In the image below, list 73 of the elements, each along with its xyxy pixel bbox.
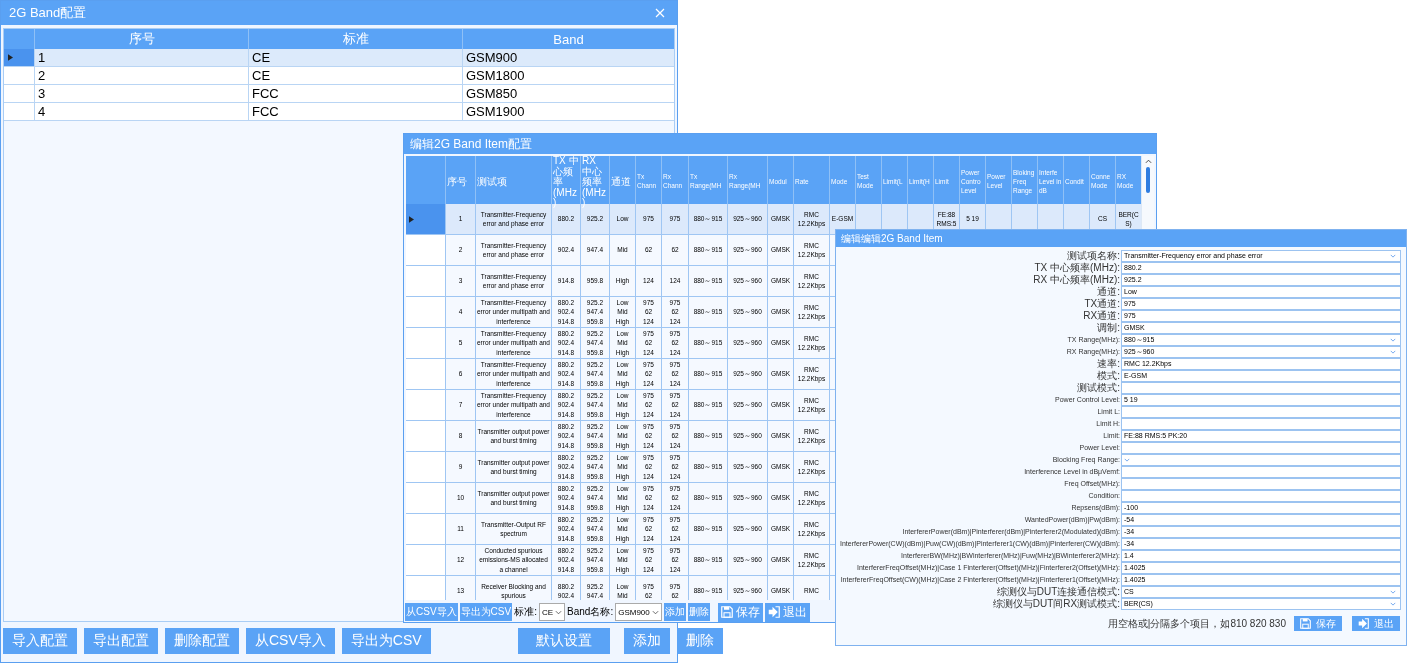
field-label: 测试模式:: [1076, 382, 1121, 394]
hint-text: 用空格或|分隔多个项目，如810 820 830: [1107, 616, 1286, 631]
table-cell: GSM900: [466, 50, 518, 65]
table-cell: GSM1800: [466, 68, 525, 83]
dropdown[interactable]: [1121, 454, 1401, 466]
input-field[interactable]: [1121, 466, 1401, 478]
toolbar-button[interactable]: 导出配置: [84, 628, 158, 654]
chevron-icon: [651, 609, 659, 615]
toolbar-button[interactable]: 导出为CSV: [341, 628, 431, 654]
field-label: 模式:: [1096, 370, 1121, 382]
field-label: 综测仪与DUT间RX测试模式:: [991, 598, 1121, 610]
input-field[interactable]: [1121, 418, 1401, 430]
save-button[interactable]: 保存: [1294, 616, 1342, 631]
pointer-icon: [409, 215, 414, 223]
toolbar-button[interactable]: 删除: [676, 628, 723, 654]
field-label: 标准:: [514, 605, 537, 620]
window-title: 2G Band配置: [9, 4, 87, 22]
row-header[interactable]: [4, 49, 34, 67]
table-cell: CE: [252, 50, 271, 65]
delete-button[interactable]: 删除: [687, 603, 710, 622]
chevron-icon: [1390, 590, 1396, 594]
field-label: 综测仪与DUT连接通信模式:: [995, 586, 1121, 598]
table-cell: 1: [38, 50, 46, 65]
field-label: 通道:: [1097, 286, 1121, 298]
table-cell: 4: [38, 104, 46, 119]
exit-button[interactable]: 退出: [764, 602, 810, 622]
field-label: TX 中心频率(MHz):: [1033, 262, 1121, 274]
chevron-icon: [1390, 350, 1396, 354]
field-label: Band名称:: [567, 605, 614, 620]
chevron-icon: [555, 609, 563, 615]
save-button[interactable]: 保存: [717, 602, 763, 622]
chevron-icon: [1390, 338, 1396, 342]
table-cell: 2: [38, 68, 46, 83]
exit-icon: [1358, 618, 1369, 629]
field-label: 测试项名称:: [1066, 250, 1121, 262]
exit-icon: [767, 606, 780, 619]
field-label: RX通道:: [1082, 310, 1121, 322]
chevron-icon: [1390, 602, 1396, 606]
exit-button[interactable]: 退出: [1352, 616, 1400, 631]
field-label: RX 中心频率(MHz):: [1032, 274, 1121, 286]
chevron-icon: [1390, 254, 1396, 258]
input-field[interactable]: [1121, 406, 1401, 418]
table-cell: GSM850: [466, 86, 518, 101]
toolbar-button[interactable]: 从CSV导入: [246, 628, 335, 654]
export-button[interactable]: 导出为CSV: [459, 603, 513, 622]
input-field[interactable]: [1121, 490, 1401, 502]
band-dropdown[interactable]: GSM900: [615, 603, 662, 622]
window-title: 编辑2G Band Item配置: [410, 135, 533, 153]
import-button[interactable]: 从CSV导入: [405, 603, 458, 622]
table-cell: GSM1900: [466, 104, 525, 119]
toolbar-button[interactable]: 导入配置: [3, 628, 77, 654]
input-field[interactable]: [1121, 478, 1401, 490]
dialog-title: 编辑编辑2G Band Item: [841, 231, 943, 246]
save-icon: [720, 606, 733, 619]
default-settings-button[interactable]: 默认设置: [517, 628, 610, 654]
standard-dropdown[interactable]: CE: [538, 603, 566, 622]
add-button[interactable]: 添加: [663, 603, 686, 622]
pointer-icon: [8, 54, 13, 61]
table-cell: FCC: [252, 86, 279, 101]
close-icon[interactable]: [655, 8, 665, 18]
table-cell: FCC: [252, 104, 279, 119]
field-label: TX通道:: [1083, 298, 1121, 310]
table-cell: CE: [252, 68, 271, 83]
toolbar-button[interactable]: 删除配置: [165, 628, 239, 654]
toolbar-button[interactable]: 添加: [623, 628, 670, 654]
input-field[interactable]: [1121, 382, 1401, 394]
chevron-icon: [1124, 458, 1131, 462]
field-label: 速率:: [1096, 358, 1121, 370]
input-field[interactable]: [1121, 442, 1401, 454]
save-icon: [1300, 618, 1311, 629]
field-label: 调制:: [1096, 322, 1121, 334]
scroll-up-icon[interactable]: [1144, 159, 1152, 164]
table-cell: 3: [38, 86, 46, 101]
